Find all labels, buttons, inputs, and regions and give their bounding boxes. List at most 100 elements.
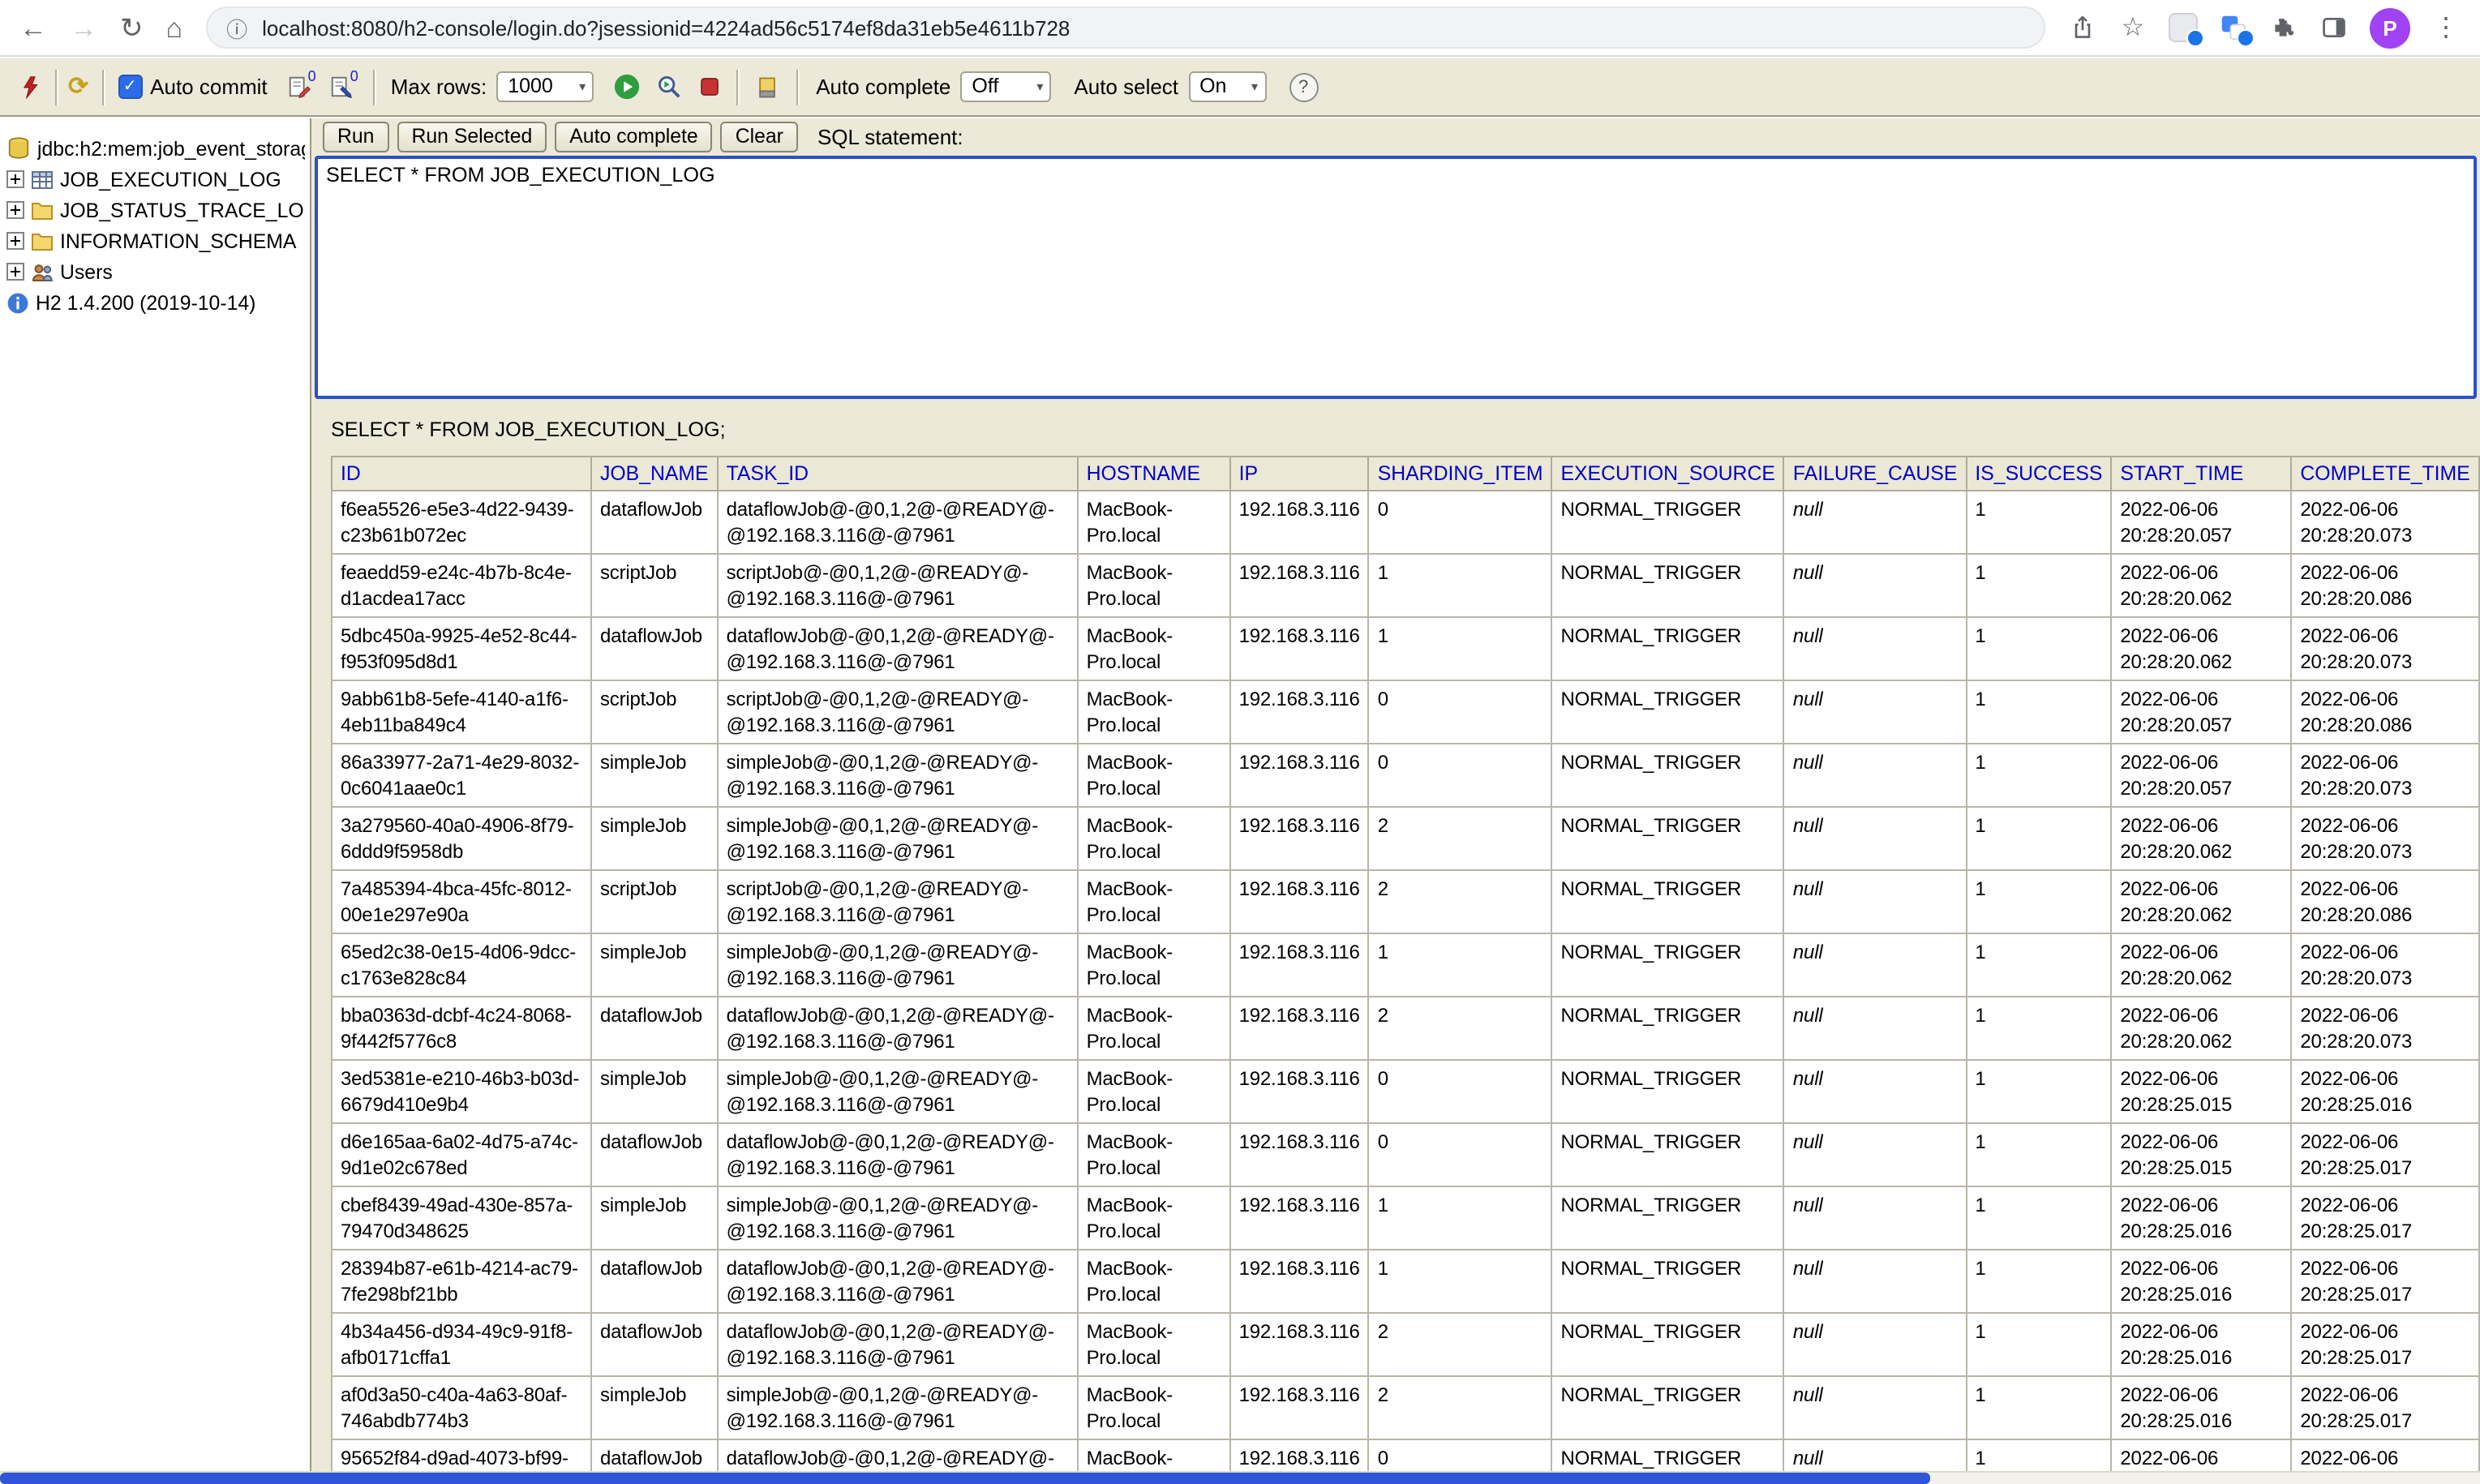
table-cell: 1 (1369, 933, 1552, 997)
table-row: 5dbc450a-9925-4e52-8c44-f953f095d8d1data… (332, 617, 2479, 680)
table-cell: dataflowJob (591, 1250, 718, 1313)
auto-complete-select[interactable]: Off▾ (960, 71, 1051, 102)
table-cell: 192.168.3.116 (1230, 1376, 1369, 1439)
expand-plus-icon[interactable] (6, 170, 24, 188)
table-cell: null (1784, 1439, 1966, 1473)
extensions-puzzle-icon[interactable] (2269, 13, 2298, 42)
column-header-hostname: HOSTNAME (1078, 457, 1230, 491)
auto-select-select[interactable]: On▾ (1188, 71, 1266, 102)
scrollbar-thumb[interactable] (0, 1473, 1930, 1484)
table-cell: 3ed5381e-e210-46b3-b03d-6679d410e9b4 (332, 1060, 591, 1123)
expand-plus-icon[interactable] (6, 201, 24, 219)
help-icon[interactable]: ? (1289, 72, 1318, 101)
table-cell: NORMAL_TRIGGER (1552, 491, 1784, 554)
rollback-count: 0 (350, 70, 358, 84)
expand-plus-icon[interactable] (6, 263, 24, 281)
table-cell: 1 (1966, 1250, 2111, 1313)
table-cell: 2022-06-06 20:28:20.062 (2111, 997, 2291, 1060)
table-cell: 2022-06-06 20:28:20.073 (2291, 491, 2478, 554)
table-row: 86a33977-2a71-4e29-8032-0c6041aae0c1simp… (332, 744, 2479, 807)
table-cell: dataflowJob@-@0,1,2@-@READY@-@192.168.3.… (718, 1313, 1078, 1376)
commit-icon[interactable]: 0 (287, 75, 316, 99)
connection-node[interactable]: jdbc:h2:mem:job_event_storage (6, 133, 305, 164)
expand-plus-icon[interactable] (6, 232, 24, 250)
folder-icon (31, 231, 54, 251)
table-row: 28394b87-e61b-4214-ac79-7fe298bf21bbdata… (332, 1250, 2479, 1313)
table-cell: 2022-06-06 20:28:20.073 (2291, 997, 2478, 1060)
sidebar-item-information-schema[interactable]: INFORMATION_SCHEMA (6, 225, 305, 256)
site-info-icon[interactable]: ⓘ (226, 12, 247, 43)
run-selected-button[interactable]: Run Selected (397, 122, 547, 152)
table-cell: null (1784, 870, 1966, 933)
clear-button[interactable]: Clear (721, 122, 798, 152)
table-cell: bba0363d-dcbf-4c24-8068-9f442f5776c8 (332, 997, 591, 1060)
table-cell: 2022-06-06 20:28:20.073 (2291, 617, 2478, 680)
table-cell: dataflowJob (591, 997, 718, 1060)
table-cell: 2022-06-06 20:28:25.017 (2291, 1376, 2478, 1439)
sidebar-item-users[interactable]: Users (6, 256, 305, 287)
table-cell: NORMAL_TRIGGER (1552, 1313, 1784, 1376)
query-buttons: Run Run Selected Auto complete Clear (323, 122, 798, 152)
url-bar[interactable]: ⓘ localhost:8080/h2-console/login.do?jse… (205, 6, 2045, 49)
clear-icon[interactable] (754, 74, 780, 100)
table-header-row: IDJOB_NAMETASK_IDHOSTNAMEIPSHARDING_ITEM… (332, 457, 2479, 491)
folder-icon (31, 200, 54, 220)
browser-menu-icon[interactable]: ⋮ (2431, 13, 2461, 42)
table-cell: 28394b87-e61b-4214-ac79-7fe298bf21bb (332, 1250, 591, 1313)
refresh-objects-icon[interactable]: ⟳ (68, 75, 88, 99)
share-icon[interactable] (2068, 13, 2097, 42)
disconnect-icon[interactable] (16, 74, 42, 100)
table-cell: NORMAL_TRIGGER (1552, 807, 1784, 870)
column-header-job-name: JOB_NAME (591, 457, 718, 491)
table-cell: MacBook-Pro.local (1078, 554, 1230, 617)
table-cell: simpleJob@-@0,1,2@-@READY@-@192.168.3.11… (718, 1186, 1078, 1250)
table-cell: 192.168.3.116 (1230, 807, 1369, 870)
sidebar-item-label: JOB_EXECUTION_LOG (60, 168, 281, 191)
run-button[interactable]: Run (323, 122, 388, 152)
translate-badge (2237, 29, 2255, 47)
auto-complete-button[interactable]: Auto complete (555, 122, 712, 152)
table-cell: simpleJob@-@0,1,2@-@READY@-@192.168.3.11… (718, 807, 1078, 870)
translate-icon[interactable] (2219, 13, 2248, 42)
sidebar-item-label: INFORMATION_SCHEMA (60, 229, 296, 252)
rollback-icon[interactable]: 0 (329, 75, 358, 99)
max-rows-label: Max rows: (391, 75, 487, 99)
max-rows-select[interactable]: 1000▾ (496, 71, 594, 102)
cancel-icon[interactable] (697, 75, 722, 99)
table-body: f6ea5526-e5e3-4d22-9439-c23b61b072ecdata… (332, 491, 2479, 1473)
side-panel-icon[interactable] (2319, 13, 2349, 42)
column-header-id: ID (332, 457, 591, 491)
run-selected-icon[interactable] (655, 73, 683, 101)
table-row: 3ed5381e-e210-46b3-b03d-6679d410e9b4simp… (332, 1060, 2479, 1123)
table-cell: 2022-06-06 20:28:25.017 (2291, 1186, 2478, 1250)
extension-icon-1[interactable] (2169, 13, 2198, 42)
horizontal-scrollbar[interactable] (0, 1471, 2480, 1484)
sidebar-item-job-status-trace-log[interactable]: JOB_STATUS_TRACE_LOG (6, 195, 305, 225)
table-cell: 2022-06-06 20:28:25.016 (2111, 1376, 2291, 1439)
profile-avatar[interactable]: P (2370, 7, 2410, 48)
table-cell: null (1784, 997, 1966, 1060)
sql-input[interactable]: SELECT * FROM JOB_EXECUTION_LOG (315, 156, 2477, 399)
table-cell: NORMAL_TRIGGER (1552, 1186, 1784, 1250)
table-row: 95652f84-d9ad-4073-bf99-0c85882988aedata… (332, 1439, 2479, 1473)
reload-icon[interactable]: ↻ (120, 14, 144, 41)
table-row: 3a279560-40a0-4906-8f79-6ddd9f5958dbsimp… (332, 807, 2479, 870)
table-cell: 9abb61b8-5efe-4140-a1f6-4eb11ba849c4 (332, 680, 591, 744)
auto-commit-checkbox[interactable]: ✓ (118, 75, 142, 99)
run-icon[interactable] (613, 73, 641, 101)
back-icon[interactable]: ← (19, 14, 47, 41)
table-cell: simpleJob (591, 933, 718, 997)
column-header-sharding-item: SHARDING_ITEM (1369, 457, 1552, 491)
forward-icon[interactable]: → (70, 14, 97, 41)
version-node: H2 1.4.200 (2019-10-14) (6, 287, 305, 318)
sidebar: jdbc:h2:mem:job_event_storage JOB_EXECUT… (0, 118, 311, 1473)
home-icon[interactable]: ⌂ (166, 14, 183, 41)
info-icon (6, 291, 29, 314)
column-header-execution-source: EXECUTION_SOURCE (1552, 457, 1784, 491)
table-cell: 2022-06-06 20:28:20.062 (2111, 554, 2291, 617)
table-cell: 0 (1369, 680, 1552, 744)
separator (101, 69, 105, 105)
bookmark-star-icon[interactable]: ☆ (2118, 13, 2147, 42)
table-cell: MacBook-Pro.local (1078, 744, 1230, 807)
sidebar-item-job-execution-log[interactable]: JOB_EXECUTION_LOG (6, 164, 305, 195)
